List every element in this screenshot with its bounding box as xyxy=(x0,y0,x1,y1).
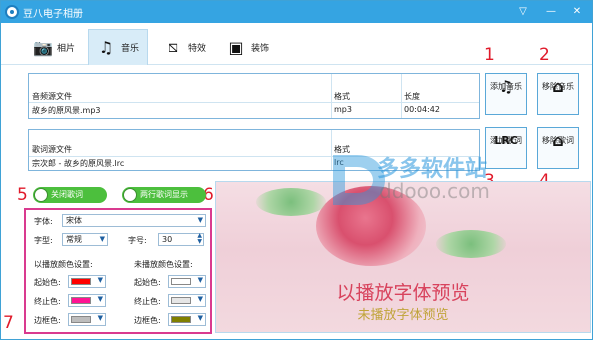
watermark-url: ddooo.com xyxy=(379,179,490,203)
color-swatch xyxy=(171,297,191,304)
chevron-down-icon: ▼ xyxy=(197,314,203,322)
table-cell-filename[interactable]: 故乡的原风景.mp3 xyxy=(32,105,101,116)
color-swatch xyxy=(171,278,191,285)
played-font-preview: 以播放字体预览 xyxy=(336,282,470,304)
music-note-icon: ♫ xyxy=(98,38,114,57)
played-start-color-picker[interactable]: ▼ xyxy=(68,275,106,288)
column-header-lyrics-file: 歌词源文件 xyxy=(32,145,72,154)
played-color-heading: 以播放颜色设置: xyxy=(34,260,93,269)
annotation-2: 2 xyxy=(539,45,550,65)
leaf-image xyxy=(436,230,506,258)
font-size-stepper[interactable]: 30 ▲ ▼ xyxy=(158,233,204,246)
tab-label: 音乐 xyxy=(121,44,140,54)
color-swatch xyxy=(71,278,91,285)
played-end-color-picker[interactable]: ▼ xyxy=(68,294,106,307)
style-label: 字型: xyxy=(34,236,53,245)
size-label: 字号: xyxy=(128,236,147,245)
start-color-label: 起始色: xyxy=(134,278,161,287)
end-color-label: 终止色: xyxy=(134,297,161,306)
column-header-audio-file: 音频源文件 xyxy=(32,92,72,101)
spin-arrows-icon[interactable]: ▲ ▼ xyxy=(197,233,202,245)
lyrics-font-settings-panel: 字体: 宋体 ▼ 字型: 常规 ▼ 字号: 30 ▲ ▼ 以播放颜色设置: 未播放… xyxy=(24,208,212,334)
picture-icon: ▣ xyxy=(228,37,244,57)
title-bar: 豆八电子相册 ▽ — ✕ xyxy=(1,1,592,23)
unplayed-border-color-picker[interactable]: ▼ xyxy=(168,313,206,326)
font-style-select[interactable]: 常规 ▼ xyxy=(62,233,108,246)
tab-label: 装饰 xyxy=(251,43,270,54)
unplayed-color-heading: 未播放颜色设置: xyxy=(134,260,193,269)
leaf-image xyxy=(256,188,326,216)
close-lyrics-toggle[interactable]: 关闭歌词 xyxy=(33,187,107,203)
unplayed-start-color-picker[interactable]: ▼ xyxy=(168,275,206,288)
remove-lyrics-button[interactable]: ⌂ 移除歌词 xyxy=(537,127,579,169)
chevron-down-icon: ▼ xyxy=(197,295,203,303)
color-swatch xyxy=(71,297,91,304)
window-title: 豆八电子相册 xyxy=(23,9,83,20)
effects-icon: ⧅ xyxy=(167,37,179,56)
lyrics-preview-panel: 以播放字体预览 未播放字体预览 xyxy=(215,181,591,333)
minimize-button[interactable]: — xyxy=(543,4,559,20)
font-select[interactable]: 宋体 ▼ xyxy=(62,214,206,227)
unplayed-font-preview: 未播放字体预览 xyxy=(357,308,449,323)
end-color-label: 终止色: xyxy=(34,297,61,306)
settings-dropdown-icon[interactable]: ▽ xyxy=(515,4,531,20)
tab-photos[interactable]: 📷 相片 xyxy=(25,29,83,65)
border-color-label: 边框色: xyxy=(34,316,61,325)
chevron-down-icon: ▼ xyxy=(197,216,203,224)
table-cell-length[interactable]: 00:04:42 xyxy=(404,105,440,114)
tab-effects[interactable]: ⧅ 特效 xyxy=(156,29,214,65)
music-file-table[interactable]: 音频源文件 格式 长度 故乡的原风景.mp3 mp3 00:04:42 xyxy=(28,73,480,119)
font-label: 字体: xyxy=(34,217,53,226)
app-logo-icon xyxy=(5,5,19,19)
start-color-label: 起始色: xyxy=(34,278,61,287)
tab-label: 相片 xyxy=(57,43,76,54)
toggle-knob xyxy=(123,188,137,202)
camera-icon: 📷 xyxy=(33,37,53,57)
chevron-down-icon: ▼ xyxy=(97,276,103,284)
tab-bar: 📷 相片 ♫ 音乐 ⧅ 特效 ▣ 装饰 xyxy=(1,23,592,65)
two-line-lyrics-toggle[interactable]: 两行歌词显示 xyxy=(122,187,206,203)
chevron-down-icon: ▼ xyxy=(97,314,103,322)
add-music-button[interactable]: ♫ 添加音乐 xyxy=(485,73,527,115)
toggle-knob xyxy=(34,188,48,202)
annotation-5: 5 xyxy=(17,185,28,205)
chevron-down-icon: ▼ xyxy=(197,276,203,284)
chevron-down-icon: ▼ xyxy=(97,295,103,303)
chevron-down-icon: ▼ xyxy=(99,235,105,243)
column-header-length: 长度 xyxy=(404,92,420,101)
annotation-1: 1 xyxy=(484,45,495,65)
color-swatch xyxy=(171,316,191,323)
column-header-format: 格式 xyxy=(334,92,350,101)
annotation-7: 7 xyxy=(3,313,14,333)
tab-music[interactable]: ♫ 音乐 xyxy=(88,29,149,65)
remove-music-button[interactable]: ⌂ 移除音乐 xyxy=(537,73,579,115)
border-color-label: 边框色: xyxy=(134,316,161,325)
color-swatch xyxy=(71,316,91,323)
tab-label: 特效 xyxy=(188,43,207,54)
close-button[interactable]: ✕ xyxy=(569,4,585,20)
app-window: 豆八电子相册 ▽ — ✕ 📷 相片 ♫ 音乐 ⧅ 特效 ▣ 装饰 音频源文件 格… xyxy=(0,0,593,340)
table-cell-format[interactable]: mp3 xyxy=(334,105,352,114)
unplayed-end-color-picker[interactable]: ▼ xyxy=(168,294,206,307)
tab-decorations[interactable]: ▣ 装饰 xyxy=(219,29,277,65)
table-cell-filename[interactable]: 宗次郎 - 故乡的原风景.lrc xyxy=(32,158,124,169)
add-lyrics-button[interactable]: LRC 添加歌词 xyxy=(485,127,527,169)
played-border-color-picker[interactable]: ▼ xyxy=(68,313,106,326)
